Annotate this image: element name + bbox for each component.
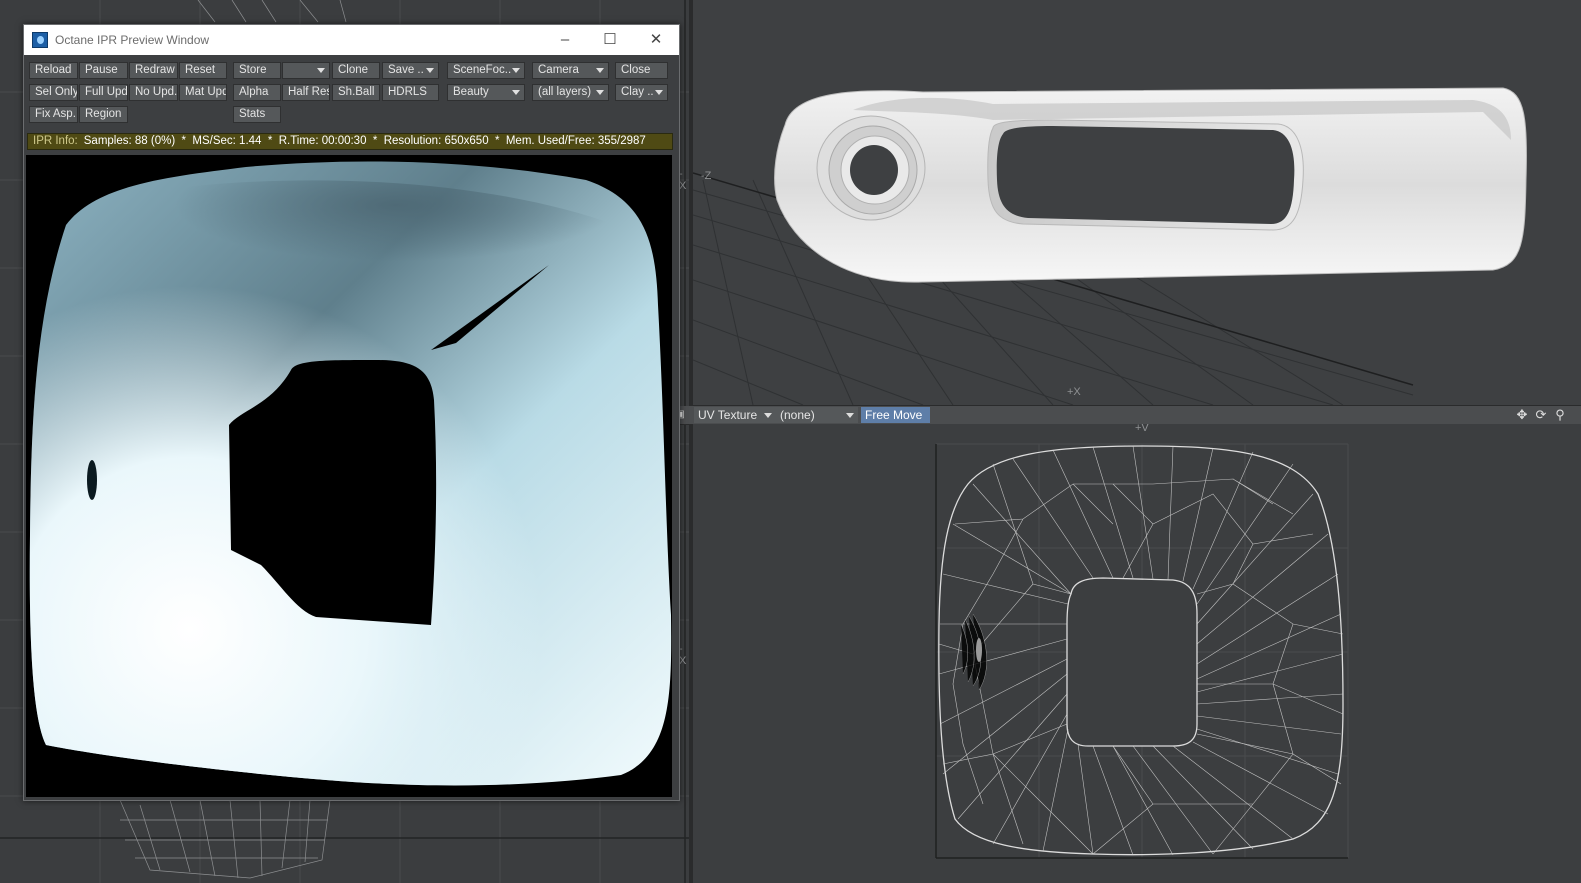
minimize-icon[interactable]: –: [542, 25, 588, 55]
axis-label: +V: [1135, 424, 1149, 434]
ipr-title-bar[interactable]: Octane IPR Preview Window – ☐ ✕: [24, 25, 679, 55]
camera-dropdown[interactable]: Camera: [532, 62, 609, 79]
pause-button[interactable]: Pause: [79, 62, 128, 79]
move-icon[interactable]: ✥: [1514, 407, 1530, 423]
close-icon[interactable]: ✕: [633, 25, 679, 55]
chevron-down-icon: [655, 90, 663, 95]
free-move-button[interactable]: Free Move: [861, 407, 930, 423]
layers-dropdown[interactable]: (all layers): [532, 84, 609, 101]
chevron-down-icon: [596, 90, 604, 95]
layers-label: (all layers): [538, 86, 592, 98]
mat-upd-button[interactable]: Mat Upd: [179, 84, 227, 101]
axis-label: -Z: [701, 170, 712, 182]
sh-ball-button[interactable]: Sh.Ball: [332, 84, 380, 101]
render-pass-label: Beauty: [453, 86, 489, 98]
store-button[interactable]: Store: [233, 62, 281, 79]
redraw-button[interactable]: Redraw: [129, 62, 178, 79]
octane-app-icon: [32, 32, 48, 48]
sel-only-button[interactable]: Sel Only: [29, 84, 78, 101]
chevron-down-icon: [512, 68, 520, 73]
chevron-down-icon: [317, 68, 325, 73]
ipr-info-bar: IPR Info: Samples: 88 (0%) * MS/Sec: 1.44…: [27, 133, 673, 150]
alpha-button[interactable]: Alpha: [233, 84, 281, 101]
uv-mesh-wireframe: [935, 443, 1349, 859]
axis-label: +X: [1067, 386, 1081, 398]
save-label: Save ..: [388, 64, 424, 76]
chevron-down-icon: [426, 68, 434, 73]
uv-map-dropdown[interactable]: (none): [776, 407, 858, 423]
clay-dropdown[interactable]: Clay ..: [615, 84, 668, 101]
close-button[interactable]: Close: [615, 62, 668, 79]
camera-label: Camera: [538, 64, 579, 76]
clone-button[interactable]: Clone: [332, 62, 380, 79]
stats-button[interactable]: Stats: [233, 106, 281, 123]
ipr-info-label: IPR Info:: [33, 135, 78, 147]
reload-button[interactable]: Reload: [29, 62, 78, 79]
render-image: [29, 161, 672, 786]
axis-label: -X: [679, 643, 687, 667]
ipr-info-text: Samples: 88 (0%) * MS/Sec: 1.44 * R.Time…: [83, 135, 646, 147]
zoom-icon[interactable]: ⚲: [1552, 407, 1568, 423]
uv-map-label: (none): [780, 408, 815, 422]
render-pass-dropdown[interactable]: Beauty: [447, 84, 525, 101]
half-res-button[interactable]: Half Res: [282, 84, 330, 101]
render-preview[interactable]: [26, 155, 672, 797]
hdrls-button[interactable]: HDRLS: [382, 84, 439, 101]
perspective-viewport[interactable]: -Z +X: [693, 0, 1581, 405]
chevron-down-icon: [512, 90, 520, 95]
perspective-scene: [693, 87, 1528, 405]
uv-texture-label: UV Texture: [698, 408, 758, 422]
clay-label: Clay ..: [621, 86, 654, 98]
rotate-icon[interactable]: ⟳: [1533, 407, 1549, 423]
maximize-icon[interactable]: ☐: [587, 25, 633, 55]
save-dropdown[interactable]: Save ..: [382, 62, 439, 79]
scene-focus-label: SceneFoc..: [453, 64, 512, 76]
uv-viewport[interactable]: +V: [693, 424, 1581, 883]
reset-button[interactable]: Reset: [179, 62, 227, 79]
chevron-down-icon: [596, 68, 604, 73]
region-button[interactable]: Region: [79, 106, 128, 123]
store-slot-dropdown[interactable]: [282, 62, 330, 79]
ipr-window-title: Octane IPR Preview Window: [55, 33, 210, 47]
axis-label: -X: [679, 168, 687, 192]
no-upd-button[interactable]: No Upd.: [129, 84, 178, 101]
scene-focus-dropdown[interactable]: SceneFoc..: [447, 62, 525, 79]
uv-viewport-toolbar: ▣ UV Texture (none) Free Move ✥ ⟳ ⚲: [672, 406, 1581, 425]
uv-texture-dropdown[interactable]: UV Texture: [694, 407, 776, 423]
octane-ipr-window[interactable]: Octane IPR Preview Window – ☐ ✕ Reload P…: [23, 24, 680, 801]
full-upd-button[interactable]: Full Upd.: [79, 84, 128, 101]
fix-aspect-button[interactable]: Fix Asp.: [29, 106, 78, 123]
